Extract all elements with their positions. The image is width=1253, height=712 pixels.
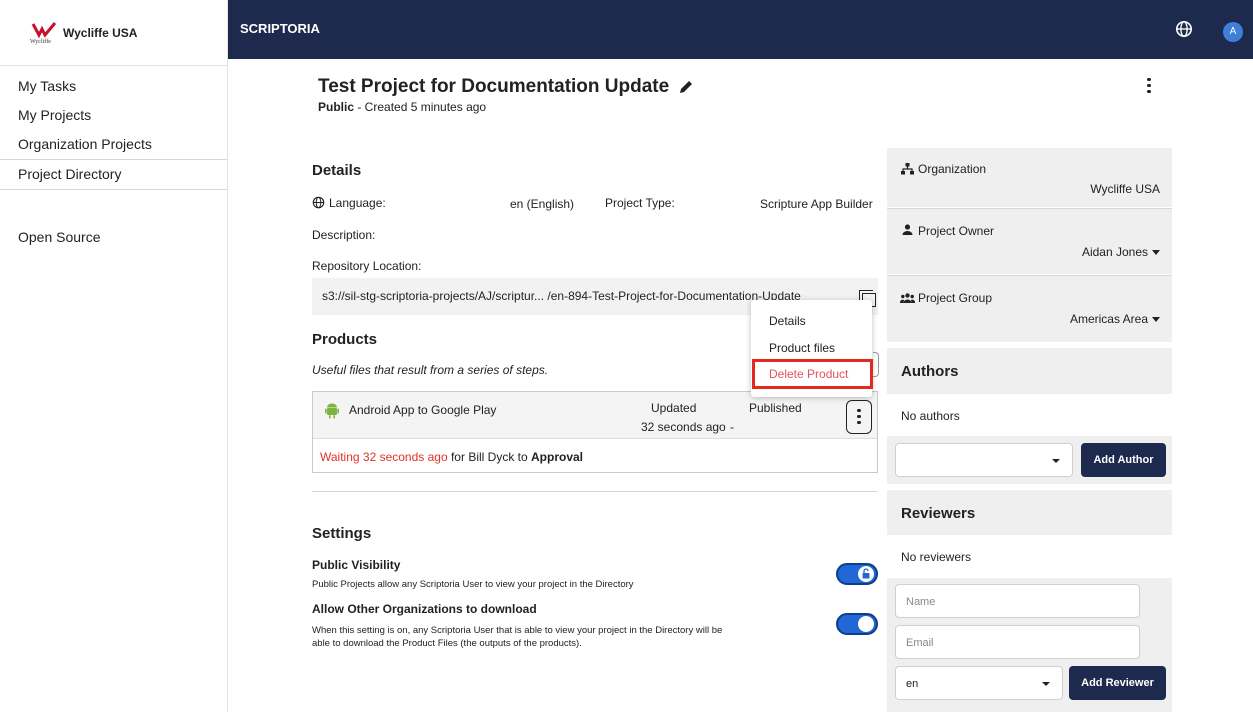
waiting-for: for Bill Dyck to — [447, 450, 531, 464]
project-meta: Public - Created 5 minutes ago — [318, 100, 486, 114]
sidebar-item-open-source[interactable]: Open Source — [0, 223, 227, 252]
caret-down-icon — [1152, 250, 1160, 256]
product-card-header: Android App to Google Play Updated 32 se… — [313, 392, 877, 439]
org-name: Wycliffe USA — [63, 25, 138, 40]
app-name[interactable]: SCRIPTORIA — [240, 21, 320, 36]
project-title: Test Project for Documentation Update — [318, 76, 694, 98]
author-select[interactable] — [895, 443, 1073, 477]
sidebar: Wycliffe Wycliffe USA My Tasks My Projec… — [0, 0, 228, 712]
sidebar-nav: My Tasks My Projects Organization Projec… — [0, 66, 227, 252]
project-owner-label: Project Owner — [918, 224, 995, 238]
reviewer-email-placeholder: Email — [906, 637, 934, 649]
language-label: Language: — [329, 196, 386, 210]
project-created: - Created 5 minutes ago — [354, 100, 487, 114]
user-avatar[interactable]: A — [1223, 22, 1243, 42]
android-icon — [325, 403, 339, 419]
allow-download-desc-line2: able to download the Product Files (the … — [312, 638, 582, 649]
add-product-button-edge[interactable] — [873, 352, 879, 377]
add-reviewer-button[interactable]: Add Reviewer — [1069, 666, 1166, 700]
allow-download-toggle[interactable] — [836, 613, 878, 635]
menu-item-details[interactable]: Details — [769, 314, 806, 328]
sitemap-icon — [901, 163, 914, 175]
wycliffe-logo: Wycliffe — [30, 21, 57, 45]
users-icon — [900, 293, 915, 303]
product-status: Waiting 32 seconds ago for Bill Dyck to … — [320, 450, 583, 464]
project-group-dropdown[interactable]: Americas Area — [1000, 312, 1160, 326]
repository-value: s3://sil-stg-scriptoria-projects/AJ/scri… — [322, 289, 801, 303]
settings-heading: Settings — [312, 525, 372, 542]
product-card: Android App to Google Play Updated 32 se… — [312, 391, 878, 473]
details-heading: Details — [312, 162, 362, 179]
globe-icon[interactable] — [1175, 20, 1193, 38]
published-value: - — [730, 420, 734, 434]
allow-download-desc-line1: When this setting is on, any Scriptoria … — [312, 625, 723, 636]
product-actions-menu: Details Product files Delete Product — [751, 300, 873, 397]
language-value: en (English) — [510, 197, 575, 211]
reviewers-heading: Reviewers — [901, 505, 976, 522]
reviewer-locale-value: en — [906, 678, 919, 690]
reviewer-email-input[interactable]: Email — [895, 625, 1140, 659]
products-subtitle: Useful files that result from a series o… — [312, 363, 549, 377]
toggle-knob — [858, 616, 874, 632]
description-label: Description: — [312, 228, 376, 242]
project-owner-value: Aidan Jones — [1081, 245, 1148, 259]
public-visibility-title: Public Visibility — [312, 558, 401, 572]
org-brand[interactable]: Wycliffe Wycliffe USA — [0, 0, 227, 66]
no-authors-text: No authors — [901, 409, 960, 423]
svg-text:Wycliffe: Wycliffe — [30, 38, 51, 45]
project-group-value: Americas Area — [1069, 312, 1148, 326]
project-title-text: Test Project for Documentation Update — [318, 76, 670, 97]
add-author-button[interactable]: Add Author — [1081, 443, 1166, 477]
no-reviewers-text: No reviewers — [901, 550, 972, 564]
sidebar-item-project-directory[interactable]: Project Directory — [0, 160, 227, 189]
sidebar-item-organization-projects[interactable]: Organization Projects — [0, 130, 227, 159]
repository-label: Repository Location: — [312, 259, 422, 273]
reviewer-locale-select[interactable]: en — [895, 666, 1063, 700]
product-name: Android App to Google Play — [349, 403, 497, 417]
project-group-card — [887, 275, 1172, 342]
waiting-time: Waiting 32 seconds ago — [320, 450, 448, 464]
menu-item-delete-product[interactable]: Delete Product — [752, 359, 873, 389]
reviewer-name-placeholder: Name — [906, 596, 936, 608]
waiting-step: Approval — [531, 450, 584, 464]
product-menu-kebab-icon[interactable] — [846, 400, 872, 434]
project-type-label: Project Type: — [605, 196, 675, 210]
top-bar: SCRIPTORIA A — [228, 0, 1253, 59]
updated-label: Updated — [651, 401, 697, 415]
sidebar-item-my-tasks[interactable]: My Tasks — [0, 72, 227, 101]
caret-down-icon — [1152, 317, 1160, 323]
organization-label: Organization — [918, 162, 987, 176]
organization-value: Wycliffe USA — [1090, 182, 1160, 196]
project-owner-card — [887, 208, 1172, 274]
project-menu-kebab-icon[interactable] — [1143, 75, 1155, 97]
user-icon — [902, 224, 913, 235]
project-type-value: Scripture App Builder — [760, 197, 873, 211]
reviewer-name-input[interactable]: Name — [895, 584, 1140, 618]
globe-icon — [312, 196, 325, 209]
caret-down-icon — [1052, 459, 1060, 463]
project-owner-dropdown[interactable]: Aidan Jones — [1000, 245, 1160, 259]
project-visibility: Public — [318, 100, 355, 114]
menu-item-product-files[interactable]: Product files — [769, 341, 835, 355]
caret-down-icon — [1042, 682, 1050, 686]
project-group-label: Project Group — [918, 291, 993, 305]
lock-open-icon — [862, 568, 870, 579]
public-visibility-desc: Public Projects allow any Scriptoria Use… — [312, 579, 634, 590]
public-visibility-toggle[interactable] — [836, 563, 878, 585]
sidebar-divider — [0, 189, 227, 223]
organization-card — [887, 148, 1172, 207]
section-divider — [312, 491, 878, 492]
updated-value: 32 seconds ago — [641, 420, 726, 434]
sidebar-item-my-projects[interactable]: My Projects — [0, 101, 227, 130]
authors-heading: Authors — [901, 363, 959, 380]
published-label: Published — [749, 401, 802, 415]
products-heading: Products — [312, 331, 378, 348]
allow-download-title: Allow Other Organizations to download — [312, 602, 537, 616]
pencil-icon[interactable] — [678, 79, 694, 95]
toggle-knob — [858, 566, 874, 582]
